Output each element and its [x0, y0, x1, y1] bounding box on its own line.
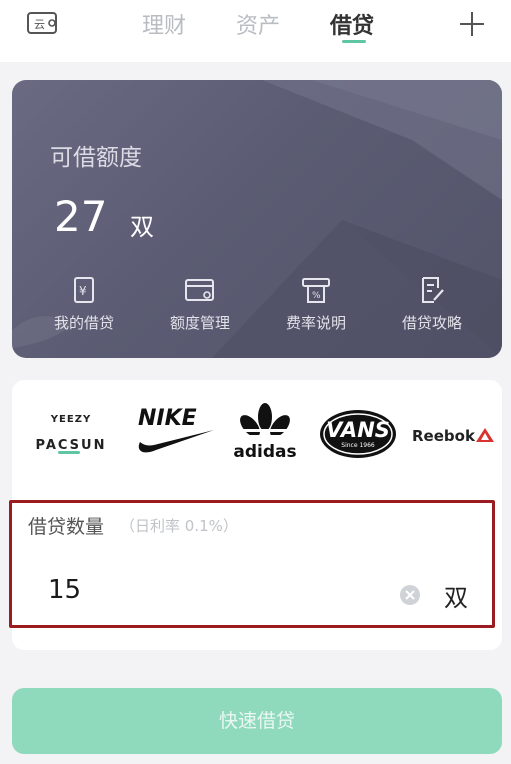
nike-swoosh-icon [138, 430, 214, 453]
selected-brand-indicator [58, 451, 80, 454]
brand-vans[interactable]: VANS Since 1966 [318, 408, 398, 460]
quantity-label: 借贷数量 [28, 516, 105, 538]
active-tab-indicator [342, 40, 366, 43]
guide-edit-icon [422, 277, 444, 303]
brand-reebok[interactable]: Reebok [412, 426, 496, 450]
quantity-unit: 双 [444, 584, 468, 612]
credit-manage-label: 额度管理 [169, 314, 230, 332]
brand-nike[interactable]: NIKE [134, 406, 218, 460]
my-loans-button[interactable]: ¥ 我的借贷 [34, 276, 134, 336]
tab-licai[interactable]: 理财 [142, 8, 186, 40]
loan-guide-label: 借贷攻略 [401, 314, 462, 332]
rate-info-button[interactable]: % 费率说明 [266, 276, 366, 336]
quick-loan-button[interactable]: 快速借贷 [12, 688, 502, 754]
credit-card: 可借额度 27 双 ¥ 我的借贷 额度管理 % 费率说明 借贷攻略 [12, 80, 502, 358]
tab-jiedai[interactable]: 借贷 [330, 8, 374, 40]
svg-text:%: % [312, 291, 321, 301]
my-loans-label: 我的借贷 [53, 314, 114, 332]
brand-adidas-label: adidas [233, 442, 297, 462]
rate-receipt-icon: % [302, 278, 330, 303]
credit-manage-button[interactable]: 额度管理 [150, 276, 250, 336]
brand-adidas[interactable]: adidas [232, 402, 298, 464]
cloud-wallet-icon[interactable]: 云 [26, 10, 60, 36]
loan-guide-button[interactable]: 借贷攻略 [382, 276, 482, 336]
cloud-label: 云 [34, 18, 45, 31]
card-manage-icon [185, 279, 214, 301]
brand-vans-sub: Since 1966 [341, 442, 375, 449]
credit-amount: 27 [54, 192, 108, 241]
loan-doc-icon: ¥ [74, 277, 94, 303]
tab-zichan[interactable]: 资产 [236, 8, 280, 40]
brand-reebok-label: Reebok [412, 427, 475, 445]
top-nav: 云 理财 资产 借贷 [0, 0, 511, 62]
interest-rate-hint: （日利率 0.1%） [120, 517, 238, 535]
credit-title: 可借额度 [50, 145, 142, 171]
svg-text:¥: ¥ [79, 284, 87, 298]
reebok-delta-icon [476, 428, 494, 442]
rate-info-label: 费率说明 [285, 314, 346, 332]
quantity-input[interactable] [48, 575, 348, 605]
brand-yeezy-label: YEEZY [50, 414, 92, 425]
credit-unit: 双 [130, 213, 154, 241]
clear-icon[interactable] [400, 585, 420, 605]
plus-icon[interactable] [458, 10, 486, 38]
adidas-trefoil-icon [240, 403, 290, 438]
brand-vans-label: VANS [326, 418, 390, 442]
